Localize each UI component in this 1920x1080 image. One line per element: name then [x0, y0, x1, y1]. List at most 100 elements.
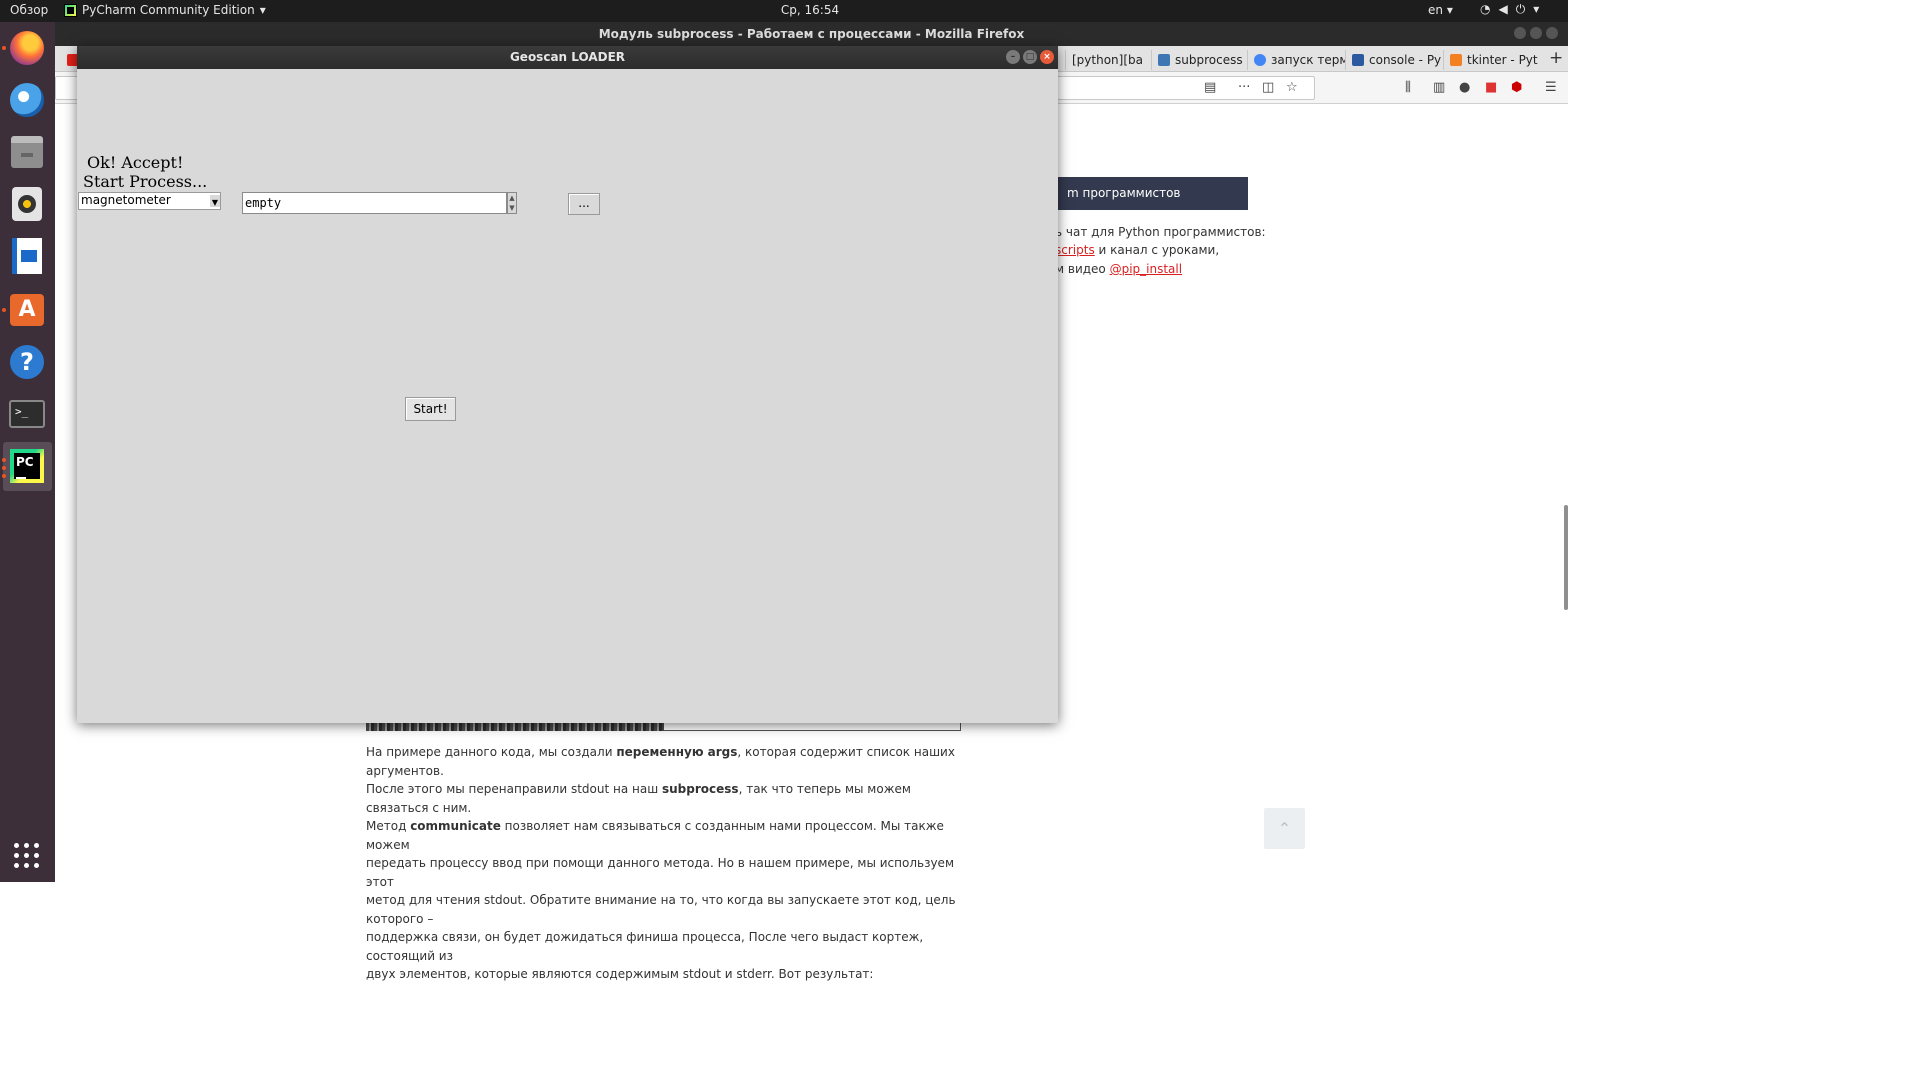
tab-label: tkinter - Pyt [1467, 53, 1538, 67]
python-icon [1158, 54, 1170, 66]
start-process-label: Start Process... [83, 172, 208, 191]
system-tray[interactable]: ◔ ◀ ⏻ ▾ [1480, 2, 1539, 17]
rhythmbox-logo [12, 187, 42, 221]
page-actions-icon[interactable]: ··· [1238, 80, 1250, 95]
article-line: поддержка связи, он будет дожидаться фин… [366, 930, 924, 963]
tab-python-bash[interactable]: [python][ba [1065, 50, 1151, 70]
article-line: После этого мы перенаправили stdout на н… [366, 780, 966, 817]
keyboard-layout[interactable]: en ▾ [1428, 3, 1453, 17]
download-icon[interactable]: ■ [1485, 80, 1497, 95]
sidebar-text-line: ь чат для Python программистов: [1055, 225, 1266, 239]
tab-subprocess[interactable]: subprocess [1151, 50, 1247, 70]
pycharm-logo: PC [10, 449, 44, 483]
show-applications-icon[interactable] [7, 836, 47, 876]
app-grid-icon [14, 843, 40, 869]
close-icon[interactable] [1546, 27, 1558, 39]
keyboard-layout-label: en [1428, 3, 1443, 17]
sidebar-text-pre: м видео [1055, 262, 1110, 276]
close-icon[interactable]: × [1040, 50, 1054, 64]
bold-text: переменную args [616, 745, 738, 759]
help-icon[interactable]: ? [7, 342, 47, 382]
text: На примере данного кода, мы создали [366, 745, 617, 759]
file-path-entry[interactable]: empty [242, 192, 507, 214]
start-button[interactable]: Start! [405, 397, 456, 421]
bookmark-star-icon[interactable]: ☆ [1286, 80, 1298, 95]
sidebar-icon[interactable]: ▥ [1433, 80, 1445, 95]
software-icon[interactable]: A [7, 290, 47, 330]
chevron-down-icon[interactable]: ▼ [210, 195, 220, 207]
article-line: Метод communicate позволяет нам связыват… [366, 817, 966, 854]
help-logo: ? [10, 345, 44, 379]
ubuntu-dock: A ? >_ PC [0, 22, 55, 882]
google-icon [1254, 54, 1266, 66]
article-line: двух элементов, которые являются содержи… [366, 967, 874, 981]
thunderbird-logo [10, 83, 44, 117]
rhythmbox-icon[interactable] [7, 184, 47, 224]
volume-icon: ◀ [1498, 2, 1508, 16]
bold-text: communicate [410, 819, 501, 833]
pip-install-link[interactable]: @pip_install [1110, 262, 1183, 276]
files-logo [11, 136, 43, 168]
adblock-icon[interactable]: ⬢ [1511, 80, 1522, 95]
firefox-icon[interactable] [7, 28, 47, 68]
text: Метод [366, 819, 411, 833]
text: После этого мы перенаправили stdout на н… [366, 782, 662, 796]
running-indicator [2, 308, 6, 312]
reader-view-icon[interactable]: ▤ [1204, 80, 1216, 95]
tk-body: Ok! Accept! Start Process... magnetomete… [77, 69, 1058, 723]
entry-scrollbar[interactable]: ▲ ▼ [507, 192, 517, 214]
accept-label: Ok! Accept! [87, 153, 184, 172]
firefox-logo [10, 31, 44, 65]
terminal-icon[interactable]: >_ [7, 394, 47, 434]
running-indicator [2, 466, 6, 470]
article-line: метод для чтения stdout. Обратите вниман… [366, 893, 956, 926]
firefox-window-title: Модуль subprocess - Работаем с процессам… [598, 27, 1025, 41]
sidebar-text-line: scripts и канал с уроками, [1055, 243, 1219, 257]
power-icon: ⏻ [1515, 2, 1526, 16]
tk-window-controls: – □ × [1006, 50, 1054, 64]
running-indicator [2, 474, 6, 478]
tab-google-search[interactable]: запуск терм [1247, 50, 1345, 70]
tk-titlebar[interactable]: Geoscan LOADER – □ × [77, 46, 1058, 69]
writer-icon[interactable] [7, 236, 47, 276]
running-indicator [2, 458, 6, 462]
minimize-icon[interactable]: – [1006, 50, 1020, 64]
scripts-link[interactable]: scripts [1055, 243, 1095, 257]
stackoverflow-icon [1352, 54, 1364, 66]
tab-label: subprocess [1175, 53, 1243, 67]
wifi-icon: ◔ [1480, 2, 1491, 16]
thunderbird-icon[interactable] [7, 80, 47, 120]
maximize-icon[interactable] [1530, 27, 1542, 39]
page-scrollbar[interactable] [1564, 505, 1568, 610]
browse-button[interactable]: ... [568, 193, 600, 215]
library-icon[interactable]: ⫼ [1405, 80, 1411, 95]
combobox-value: magnetometer [81, 193, 171, 207]
account-icon[interactable]: ● [1459, 80, 1470, 95]
minimize-icon[interactable] [1514, 27, 1526, 39]
sidebar-banner[interactable]: m программистов [1055, 177, 1248, 210]
firefox-window-controls[interactable] [1514, 27, 1558, 39]
software-logo: A [10, 294, 44, 326]
files-icon[interactable] [7, 132, 47, 172]
tab-tkinter[interactable]: tkinter - Pyt [1443, 50, 1539, 70]
maximize-icon[interactable]: □ [1023, 50, 1037, 64]
clock[interactable]: Ср, 16:54 [0, 3, 1620, 17]
sensor-combobox[interactable]: magnetometer ▼ [78, 192, 221, 210]
sidebar-text-line: м видео @pip_install [1055, 262, 1182, 276]
geoscan-loader-window: Geoscan LOADER – □ × Ok! Accept! Start P… [77, 46, 1058, 723]
tab-label: console - Py [1369, 53, 1442, 67]
hamburger-menu-icon[interactable]: ☰ [1545, 80, 1557, 95]
pocket-icon[interactable]: ◫ [1262, 80, 1274, 95]
scroll-to-top-button[interactable]: ⌃ [1264, 808, 1305, 849]
tab-console[interactable]: console - Py [1345, 50, 1443, 70]
article-line: передать процессу ввод при помощи данног… [366, 856, 954, 889]
firefox-titlebar: Модуль subprocess - Работаем с процессам… [55, 22, 1568, 46]
tk-window-title: Geoscan LOADER [509, 50, 626, 64]
article-text: На примере данного кода, мы создали пере… [366, 743, 966, 984]
chevron-down-icon: ▾ [1533, 2, 1540, 16]
new-tab-button[interactable]: + [1549, 48, 1563, 68]
tab-label: [python][ba [1072, 53, 1143, 67]
tab-label: запуск терм [1271, 53, 1345, 67]
system-top-bar: Обзор PyCharm Community Edition ▾ Ср, 16… [0, 0, 1568, 22]
pycharm-icon[interactable]: PC [7, 446, 47, 486]
